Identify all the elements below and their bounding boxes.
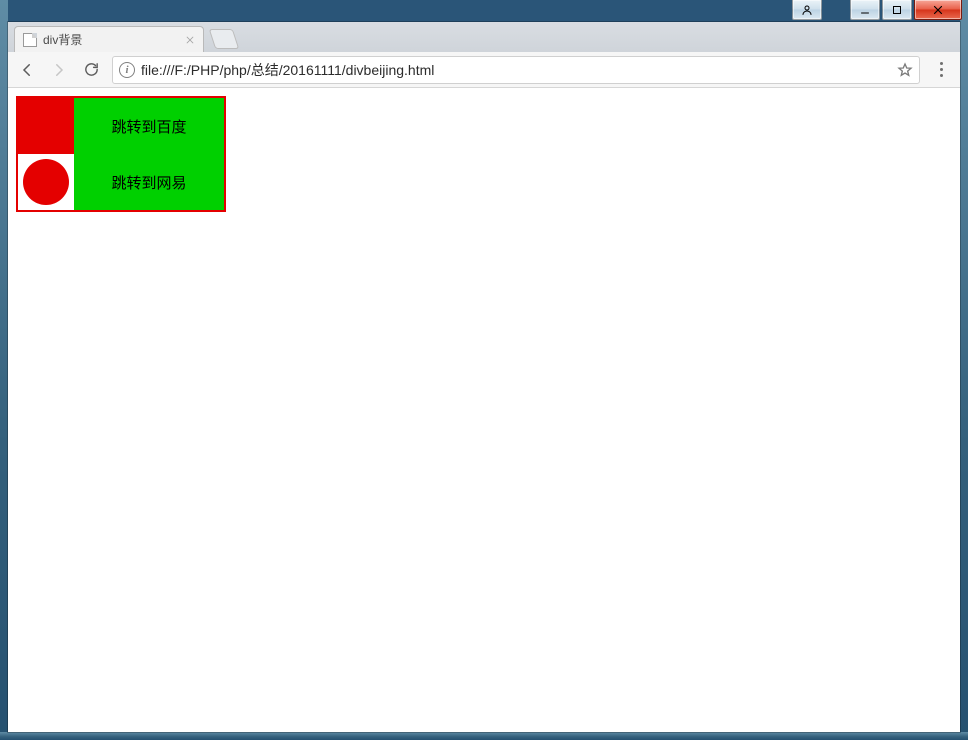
window-user-button[interactable] [792,0,822,20]
bookmark-star-icon[interactable] [897,62,913,78]
browser-tab[interactable]: div背景 [14,26,204,52]
page-viewport[interactable]: 跳转到百度 跳转到网易 [8,88,960,732]
address-bar[interactable]: i file:///F:/PHP/php/总结/20161111/divbeij… [112,56,920,84]
site-info-icon[interactable]: i [119,62,135,78]
url-text: file:///F:/PHP/php/总结/20161111/divbeijin… [141,60,434,80]
demo-container: 跳转到百度 跳转到网易 [16,96,226,212]
window-border-left [0,0,8,740]
maximize-icon [891,4,903,16]
green-panel: 跳转到百度 跳转到网易 [74,98,224,210]
reload-icon [83,61,100,78]
tab-title: div背景 [43,31,82,48]
window-close-button[interactable] [914,0,962,20]
window-border-right [960,0,968,740]
link-netease[interactable]: 跳转到网易 [111,172,186,193]
page-body: 跳转到百度 跳转到网易 [8,88,960,220]
window-maximize-button[interactable] [882,0,912,20]
window-border-bottom [0,732,968,740]
forward-button[interactable] [48,59,70,81]
close-icon [931,3,945,17]
menu-dot [940,74,943,77]
page-icon [23,33,37,47]
back-button[interactable] [16,59,38,81]
circle-cell [18,154,74,210]
window-titlebar [0,0,968,22]
user-icon [801,4,813,16]
red-square [18,98,74,154]
minimize-icon [859,4,871,16]
menu-dot [940,68,943,71]
window-minimize-button[interactable] [850,0,880,20]
browser-toolbar: i file:///F:/PHP/php/总结/20161111/divbeij… [8,52,960,88]
link-baidu[interactable]: 跳转到百度 [111,116,186,137]
browser-menu-button[interactable] [930,59,952,81]
tab-close-icon[interactable] [185,35,195,45]
browser-window: div背景 i file:///F:/PHP/php/总结/20161111/d… [8,22,960,732]
new-tab-button[interactable] [209,29,239,49]
reload-button[interactable] [80,59,102,81]
left-column [18,98,74,210]
back-icon [18,61,36,79]
menu-dot [940,62,943,65]
forward-icon [50,61,68,79]
red-circle [23,159,69,205]
tab-strip: div背景 [8,22,960,52]
